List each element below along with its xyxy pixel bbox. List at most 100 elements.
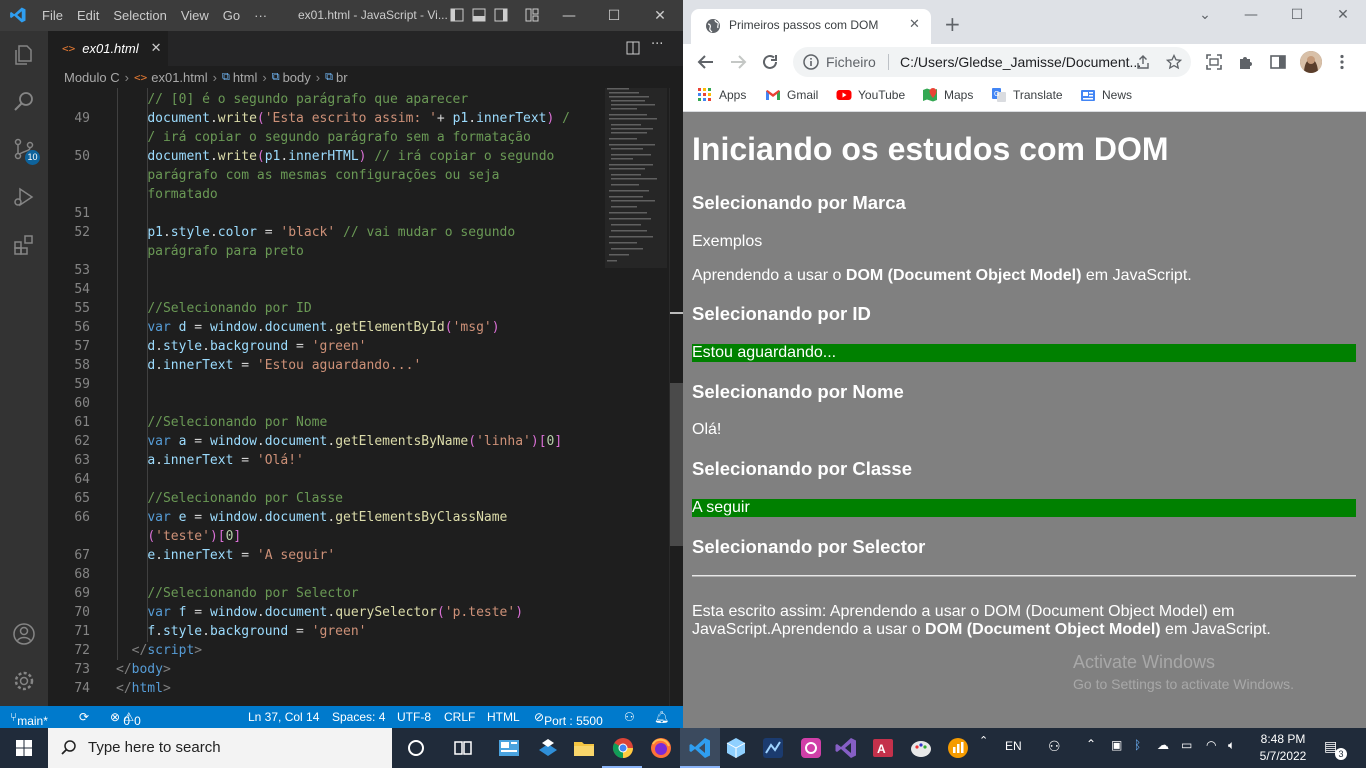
chrome-menu-icon[interactable] bbox=[1333, 53, 1351, 71]
code-line[interactable]: p1.style.color = 'black' // vai mudar o … bbox=[116, 223, 515, 242]
bookmark-apps[interactable]: Apps bbox=[697, 86, 746, 104]
extensions-icon[interactable] bbox=[12, 233, 36, 257]
code-line[interactable]: </script> bbox=[116, 641, 202, 660]
menu-file[interactable]: File bbox=[42, 8, 63, 23]
menu-view[interactable]: View bbox=[181, 8, 209, 23]
access-icon[interactable]: A bbox=[871, 736, 895, 760]
vscode-taskbar-icon[interactable] bbox=[688, 736, 712, 760]
code-line[interactable]: document.write(p1.innerHTML) // irá copi… bbox=[116, 147, 554, 166]
address-bar[interactable]: Ficheiro C:/Users/Gledse_Jamisse/Documen… bbox=[793, 47, 1191, 77]
code-line[interactable]: </body> bbox=[116, 660, 171, 679]
screenshot-icon[interactable] bbox=[1205, 53, 1223, 71]
meet-now-icon[interactable]: ▣ bbox=[1111, 738, 1122, 752]
code-line[interactable]: var d = window.document.getElementById('… bbox=[116, 318, 499, 337]
bookmark-star-icon[interactable] bbox=[1166, 54, 1182, 70]
new-tab-icon[interactable]: + bbox=[944, 12, 961, 36]
people-icon[interactable]: ⚇ bbox=[1048, 738, 1061, 755]
bookmark-news[interactable]: News bbox=[1080, 86, 1132, 104]
menu-selection[interactable]: Selection bbox=[113, 8, 166, 23]
packet-tracer-icon[interactable] bbox=[761, 736, 785, 760]
close-button[interactable]: ✕ bbox=[1320, 0, 1366, 34]
breadcrumb-br[interactable]: br bbox=[336, 70, 348, 85]
browser-tab[interactable]: Primeiros passos com DOM ✕ bbox=[691, 9, 931, 44]
code-line[interactable]: e.innerText = 'A seguir' bbox=[116, 546, 335, 565]
onedrive-icon[interactable]: ☁ bbox=[1157, 738, 1169, 752]
battery-icon[interactable]: ▭ bbox=[1181, 738, 1192, 752]
desktop-app-icon[interactable] bbox=[536, 736, 560, 760]
bookmark-translate[interactable]: G Translate bbox=[991, 86, 1063, 104]
explorer-icon[interactable] bbox=[12, 43, 36, 67]
code-editor[interactable]: // [0] é o segundo parágrafo que aparece… bbox=[48, 88, 603, 706]
code-line[interactable]: var a = window.document.getElementsByNam… bbox=[116, 432, 562, 451]
breadcrumb-html[interactable]: html bbox=[233, 70, 258, 85]
side-panel-icon[interactable] bbox=[1269, 53, 1287, 71]
code-line[interactable]: / irá copiar o segundo parágrafo sem a f… bbox=[116, 128, 531, 147]
tab-ex01-html[interactable]: <> ex01.html ✕ bbox=[48, 31, 168, 66]
minimize-button[interactable]: — bbox=[546, 0, 592, 31]
share-icon[interactable] bbox=[1135, 54, 1151, 70]
more-actions-icon[interactable]: ··· bbox=[651, 37, 663, 52]
file-explorer-icon[interactable] bbox=[572, 736, 596, 760]
menu-edit[interactable]: Edit bbox=[77, 8, 99, 23]
clock[interactable]: 8:48 PM 5/7/2022 bbox=[1258, 731, 1308, 765]
code-line[interactable]: d.innerText = 'Estou aguardando...' bbox=[116, 356, 421, 375]
code-line[interactable]: // [0] é o segundo parágrafo que aparece… bbox=[116, 90, 468, 109]
maximize-button[interactable]: ☐ bbox=[1274, 0, 1320, 34]
bookmark-gmail[interactable]: Gmail bbox=[765, 86, 818, 104]
3d-box-icon[interactable] bbox=[724, 736, 748, 760]
bluetooth-icon[interactable]: ᛒ bbox=[1134, 738, 1141, 752]
maximize-button[interactable]: ☐ bbox=[591, 0, 637, 31]
cortana-icon[interactable] bbox=[404, 736, 428, 760]
end-of-line[interactable]: CRLF bbox=[444, 710, 475, 724]
close-button[interactable]: ✕ bbox=[637, 0, 683, 31]
code-line[interactable]: </html> bbox=[116, 679, 171, 698]
code-line[interactable]: parágrafo com as mesmas configurações ou… bbox=[116, 166, 499, 185]
tab-close-icon[interactable]: ✕ bbox=[151, 41, 162, 56]
code-line[interactable]: var e = window.document.getElementsByCla… bbox=[116, 508, 507, 527]
firefox-icon[interactable] bbox=[649, 736, 673, 760]
volume-icon[interactable]: 🔈︎ bbox=[1228, 738, 1235, 753]
menu-more[interactable]: ··· bbox=[254, 8, 267, 23]
task-view-icon[interactable] bbox=[451, 736, 475, 760]
chevron-up-icon[interactable]: ⌃ bbox=[979, 734, 988, 747]
toggle-secondary-sidebar-icon[interactable] bbox=[494, 8, 508, 22]
bookmark-maps[interactable]: Maps bbox=[922, 86, 973, 104]
breadcrumb-folder[interactable]: Modulo C bbox=[64, 70, 120, 85]
minimize-button[interactable]: — bbox=[1228, 0, 1274, 34]
breadcrumb-file[interactable]: ex01.html bbox=[151, 70, 207, 85]
toggle-panel-icon[interactable] bbox=[472, 8, 486, 22]
indentation[interactable]: Spaces: 4 bbox=[332, 710, 385, 724]
breadcrumb-body[interactable]: body bbox=[283, 70, 311, 85]
run-debug-icon[interactable] bbox=[12, 185, 36, 209]
problems-status[interactable]: ⊗ 0 ⚠ 0 bbox=[110, 710, 141, 728]
scrollbar-thumb[interactable] bbox=[670, 383, 683, 546]
code-line[interactable]: ('teste')[0] bbox=[116, 527, 241, 546]
notifications-bell-icon[interactable]: 🔔︎ bbox=[654, 710, 669, 724]
code-line[interactable]: //Selecionando por Selector bbox=[116, 584, 358, 603]
minimap[interactable] bbox=[603, 88, 669, 268]
code-line[interactable]: document.write('Esta escrito assim: '+ p… bbox=[116, 109, 570, 128]
reload-icon[interactable] bbox=[760, 52, 780, 72]
customize-layout-icon[interactable] bbox=[525, 8, 539, 22]
code-line[interactable]: //Selecionando por Nome bbox=[116, 413, 327, 432]
bookmark-youtube[interactable]: YouTube bbox=[836, 86, 905, 104]
split-editor-icon[interactable] bbox=[626, 41, 640, 55]
wifi-icon[interactable]: ◠ bbox=[1206, 738, 1216, 752]
taskbar-search-box[interactable]: Type here to search bbox=[48, 728, 392, 768]
profile-avatar[interactable] bbox=[1300, 51, 1322, 73]
chrome-icon[interactable] bbox=[611, 736, 635, 760]
news-widget-icon[interactable] bbox=[497, 736, 521, 760]
tab-close-icon[interactable]: ✕ bbox=[909, 17, 920, 32]
forward-arrow-icon[interactable] bbox=[728, 52, 748, 72]
code-line[interactable]: d.style.background = 'green' bbox=[116, 337, 366, 356]
sync-icon[interactable]: ⟳ bbox=[79, 710, 89, 724]
accounts-icon[interactable] bbox=[12, 622, 36, 646]
code-line[interactable]: parágrafo para preto bbox=[116, 242, 304, 261]
show-hidden-icons[interactable]: ⌃ bbox=[1086, 737, 1096, 751]
url-text[interactable]: C:/Users/Gledse_Jamisse/Document... bbox=[900, 54, 1141, 70]
live-share-icon[interactable]: ⚇ bbox=[624, 710, 635, 724]
paint-icon[interactable] bbox=[909, 736, 933, 760]
code-line[interactable]: //Selecionando por ID bbox=[116, 299, 311, 318]
toggle-sidebar-icon[interactable] bbox=[450, 8, 464, 22]
search-icon[interactable] bbox=[12, 89, 36, 113]
